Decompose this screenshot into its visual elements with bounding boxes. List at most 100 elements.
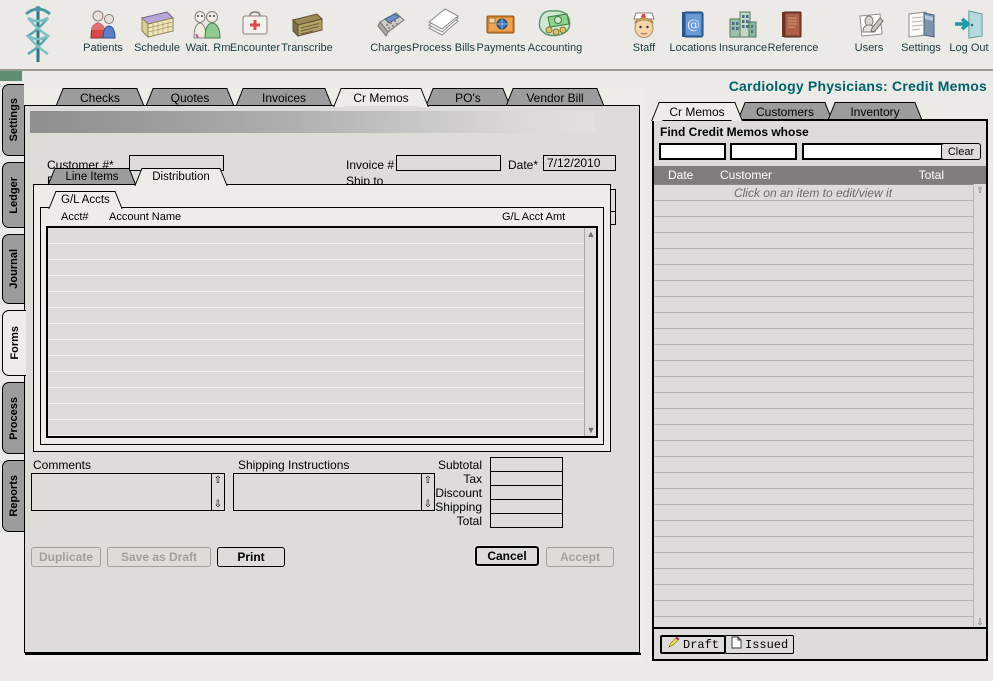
invoice-number-input[interactable] <box>396 155 501 171</box>
gl-list-scrollbar[interactable]: ▲ ▼ <box>584 228 596 436</box>
column-date: Date <box>668 168 694 182</box>
toolbar-label: Reference <box>767 42 819 54</box>
memo-row[interactable] <box>654 361 986 377</box>
memo-row[interactable] <box>654 265 986 281</box>
sidebar-tab-process[interactable]: Process <box>2 382 24 454</box>
search-field-2[interactable] <box>730 143 797 160</box>
memo-row[interactable] <box>654 249 986 265</box>
scroll-down-icon[interactable]: ⇩ <box>212 498 224 510</box>
tab-invoices[interactable]: Invoices <box>244 88 324 106</box>
memo-row[interactable] <box>654 201 986 217</box>
gl-row[interactable] <box>48 420 596 436</box>
memo-row[interactable] <box>654 329 986 345</box>
toolbar-item-transcribe[interactable]: Transcribe <box>276 6 338 54</box>
clear-button[interactable]: Clear <box>941 143 981 160</box>
memo-row[interactable] <box>654 345 986 361</box>
memo-row[interactable] <box>654 233 986 249</box>
tab-quotes[interactable]: Quotes <box>154 88 226 106</box>
right-tab-inventory[interactable]: Inventory <box>836 102 914 120</box>
sidebar-tab-forms[interactable]: Forms <box>2 310 26 376</box>
toolbar-item-process-bills[interactable]: Process Bills <box>412 6 475 54</box>
gl-row[interactable] <box>48 276 596 292</box>
sidebar-tab-settings[interactable]: Settings <box>2 84 24 156</box>
cancel-button[interactable]: Cancel <box>475 546 539 566</box>
gl-row[interactable] <box>48 260 596 276</box>
scroll-up-icon[interactable]: ⇧ <box>974 184 986 196</box>
gl-row[interactable] <box>48 324 596 340</box>
memo-row[interactable] <box>654 409 986 425</box>
tab-pos[interactable]: PO's <box>434 88 502 106</box>
memo-row[interactable] <box>654 425 986 441</box>
memo-row[interactable] <box>654 393 986 409</box>
memo-row[interactable] <box>654 585 986 601</box>
draft-filter-button[interactable]: Draft <box>660 635 727 654</box>
toolbar-item-patients[interactable]: Patients <box>72 6 134 54</box>
memo-row[interactable] <box>654 377 986 393</box>
memo-row[interactable] <box>654 601 986 617</box>
memo-row[interactable] <box>654 521 986 537</box>
memo-row[interactable] <box>654 473 986 489</box>
search-field-3[interactable] <box>802 143 952 160</box>
gl-row[interactable] <box>48 356 596 372</box>
memo-row[interactable] <box>654 489 986 505</box>
shipping-field[interactable] <box>490 499 563 514</box>
toolbar-item-accounting[interactable]: Accounting <box>524 6 586 54</box>
right-tab-cr-memos[interactable]: Cr Memos <box>660 102 734 120</box>
accept-button[interactable]: Accept <box>546 547 614 567</box>
gl-row[interactable] <box>48 340 596 356</box>
tab-distribution[interactable]: Distribution <box>142 168 220 185</box>
gl-row[interactable] <box>48 388 596 404</box>
save-as-draft-button[interactable]: Save as Draft <box>107 547 211 567</box>
date-input[interactable] <box>543 155 616 171</box>
tab-vendor-bill[interactable]: Vendor Bill <box>514 88 596 106</box>
duplicate-button[interactable]: Duplicate <box>31 547 101 567</box>
subtotal-field[interactable] <box>490 457 563 472</box>
gl-row[interactable] <box>48 228 596 244</box>
gl-row[interactable] <box>48 244 596 260</box>
sidebar-tab-journal[interactable]: Journal <box>2 234 24 304</box>
comments-scrollbar[interactable]: ⇧ ⇩ <box>211 474 224 510</box>
memo-row[interactable] <box>654 297 986 313</box>
right-tab-customers[interactable]: Customers <box>746 102 824 120</box>
tab-line-items[interactable]: Line Items <box>55 168 129 185</box>
toolbar-item-payments[interactable]: Payments <box>470 6 532 54</box>
comments-textarea[interactable]: ⇧ ⇩ <box>31 473 225 511</box>
memo-row[interactable] <box>654 505 986 521</box>
memo-row[interactable] <box>654 553 986 569</box>
memo-list-scrollbar[interactable]: ⇧ ⇩ <box>973 184 986 628</box>
search-field-1[interactable] <box>659 143 726 160</box>
memo-list[interactable]: Click on an item to edit/view it <box>654 184 986 628</box>
sidebar-tab-ledger[interactable]: Ledger <box>2 162 24 228</box>
memo-row[interactable] <box>654 457 986 473</box>
sidebar-tab-reports[interactable]: Reports <box>2 460 24 532</box>
gl-accounts-list[interactable]: ▲ ▼ <box>46 226 598 438</box>
tax-label: Tax <box>463 472 482 486</box>
toolbar-label: Transcribe <box>281 42 333 54</box>
tab-checks[interactable]: Checks <box>64 88 136 106</box>
tab-gl-accts[interactable]: G/L Accts <box>56 191 115 208</box>
scroll-down-icon[interactable]: ▼ <box>585 424 596 436</box>
gl-row[interactable] <box>48 292 596 308</box>
toolbar-item-log-out[interactable]: Log Out <box>938 6 993 54</box>
memo-row[interactable] <box>654 569 986 585</box>
print-button[interactable]: Print <box>217 547 285 567</box>
tab-cr-memos[interactable]: Cr Memos <box>342 88 420 106</box>
toolbar-divider <box>0 69 993 71</box>
tax-field[interactable] <box>490 471 563 486</box>
memo-row[interactable] <box>654 281 986 297</box>
memo-row[interactable] <box>654 217 986 233</box>
discount-field[interactable] <box>490 485 563 500</box>
scroll-up-icon[interactable]: ⇧ <box>212 474 224 486</box>
memo-row[interactable] <box>654 441 986 457</box>
issued-filter-button[interactable]: Issued <box>725 635 795 654</box>
memo-row[interactable] <box>654 313 986 329</box>
date-label: Date* <box>508 158 539 172</box>
shipping-instructions-textarea[interactable]: ⇧ ⇩ <box>233 473 435 511</box>
scroll-up-icon[interactable]: ▲ <box>585 228 596 240</box>
gl-row[interactable] <box>48 372 596 388</box>
memo-row[interactable] <box>654 537 986 553</box>
gl-row[interactable] <box>48 404 596 420</box>
total-field[interactable] <box>490 513 563 528</box>
toolbar-item-reference[interactable]: Reference <box>762 6 824 54</box>
gl-row[interactable] <box>48 308 596 324</box>
